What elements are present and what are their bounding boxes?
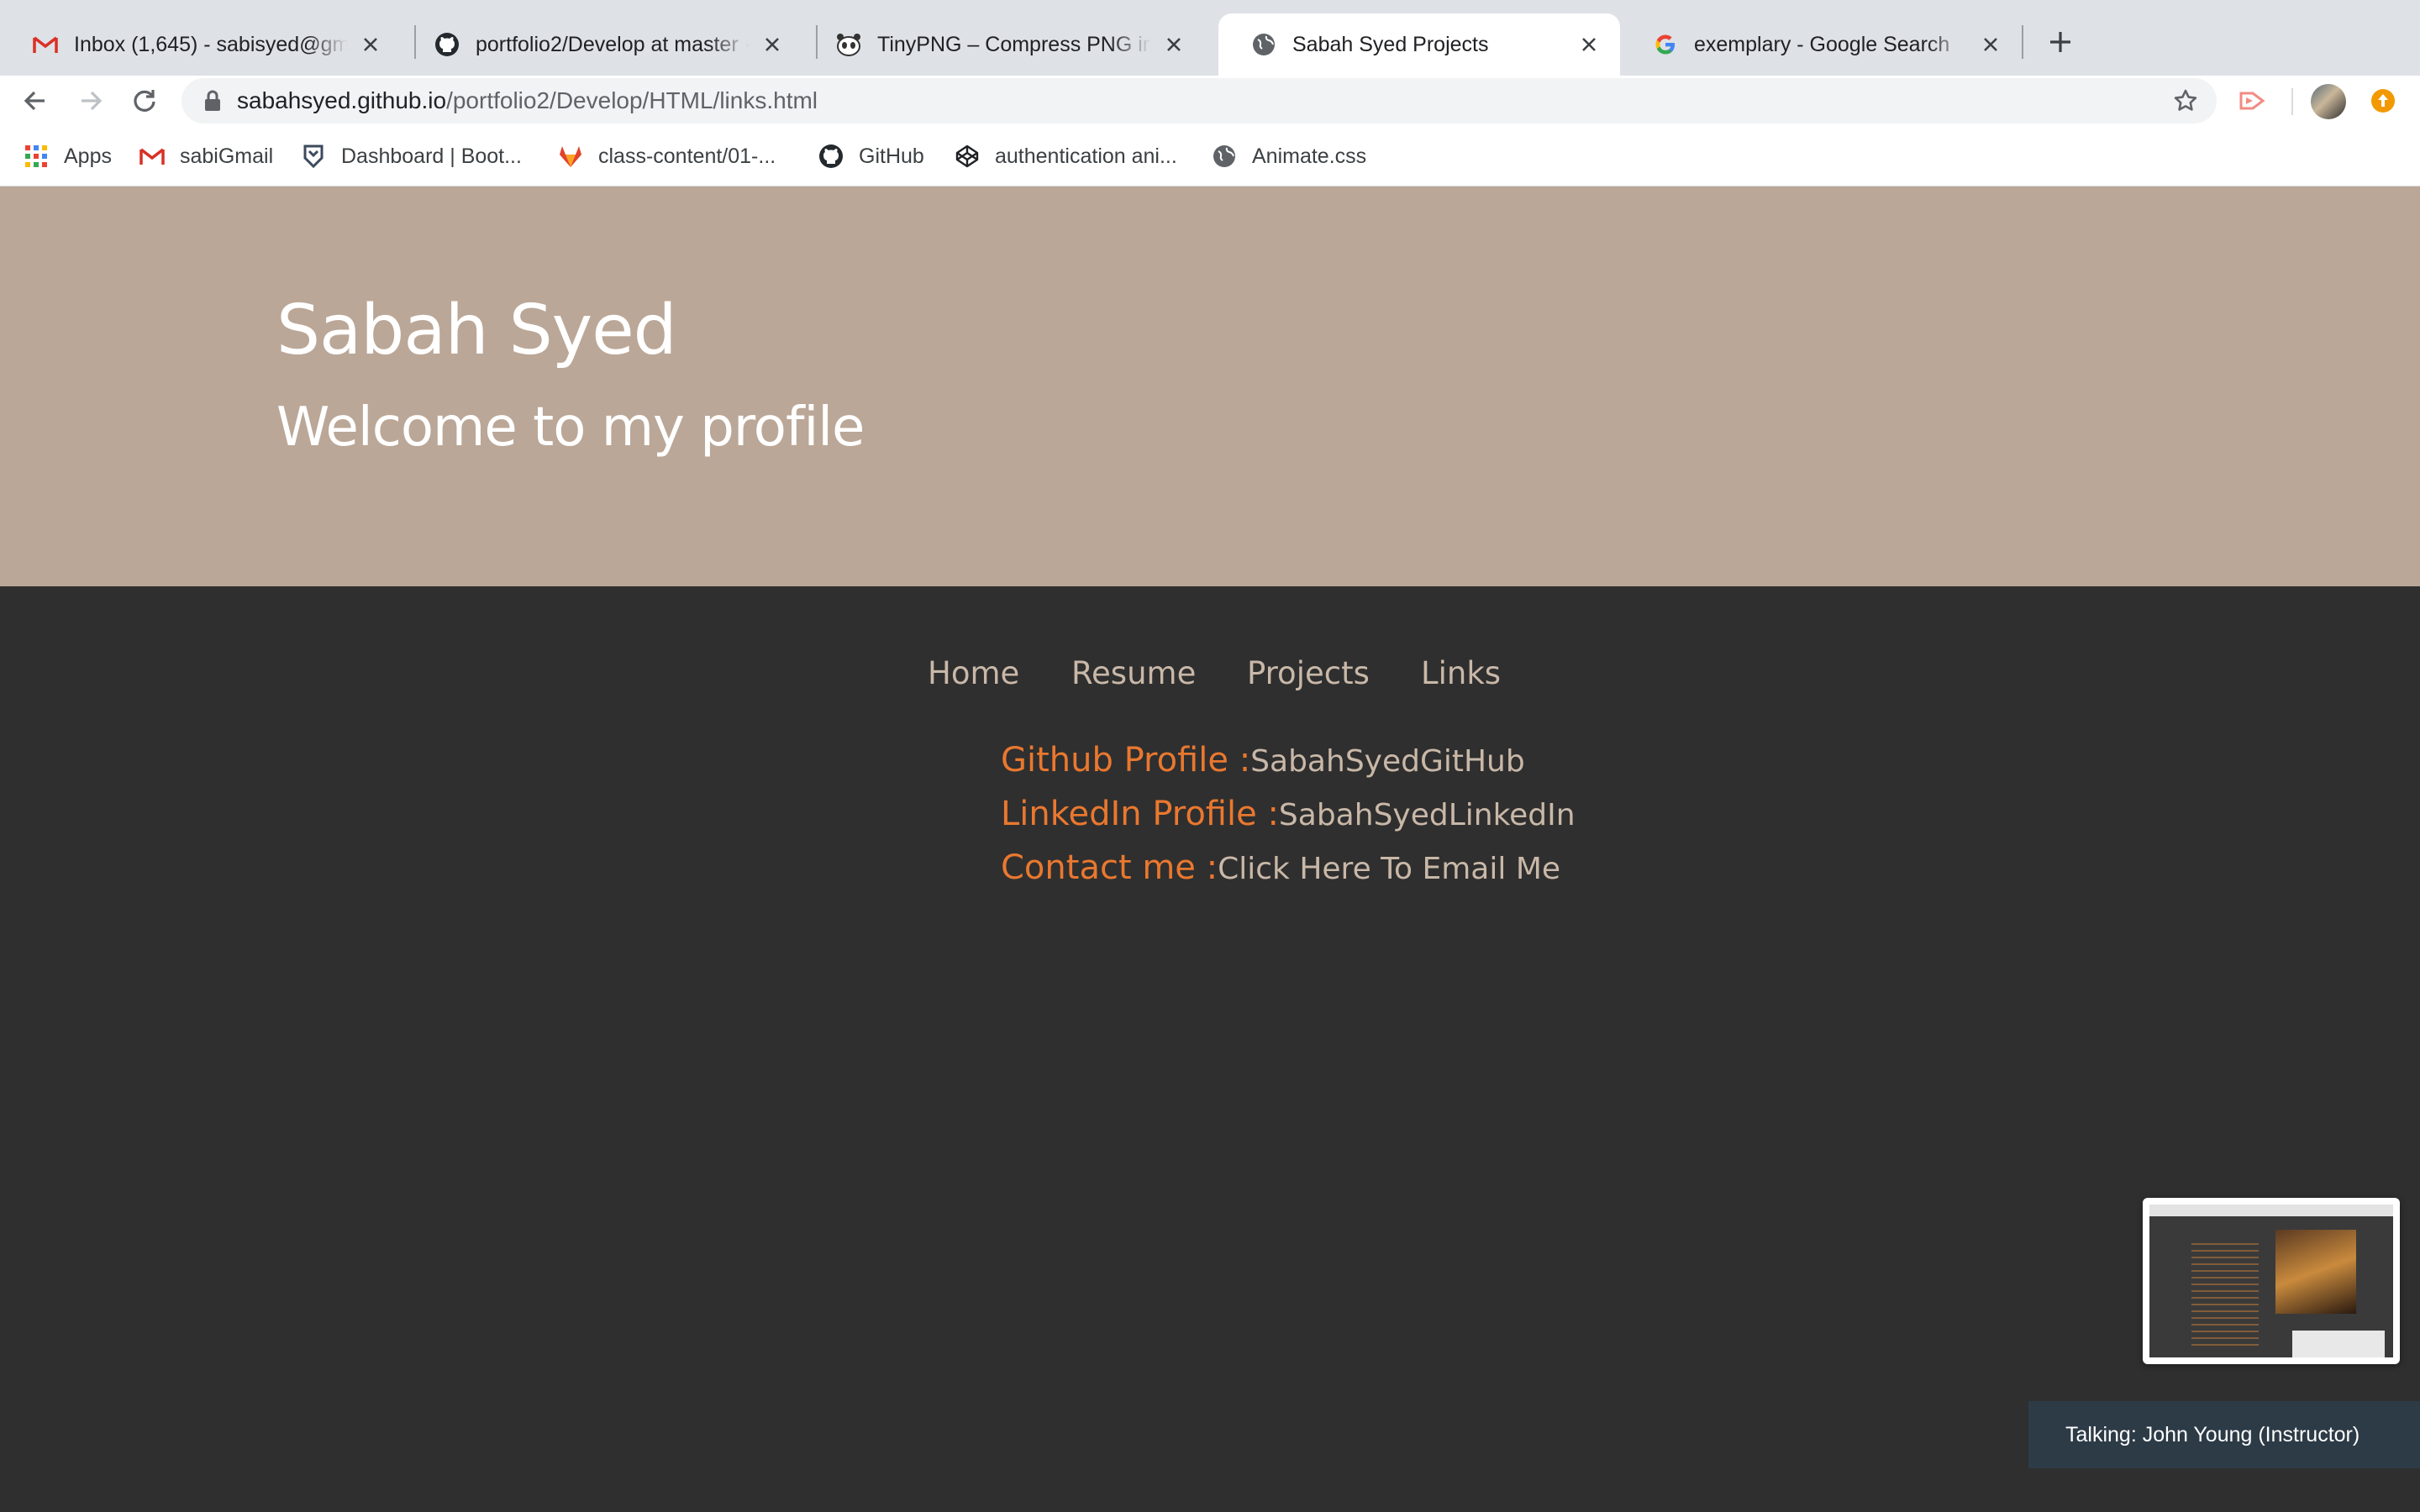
globe-icon — [1250, 31, 1277, 58]
forward-arrow-icon — [82, 91, 103, 111]
apps-grid-icon — [24, 144, 49, 169]
back-button[interactable] — [18, 84, 52, 118]
gmail-icon — [32, 31, 59, 58]
bookmark-label: GitHub — [859, 144, 924, 168]
tab-strip: Inbox (1,645) - sabisyed@gmail.com portf… — [0, 0, 2420, 76]
new-tab-button[interactable] — [2044, 25, 2077, 59]
tab-title: TinyPNG – Compress PNG images — [877, 32, 1151, 56]
bookmark-star-icon[interactable] — [2171, 87, 2200, 115]
bookmark-dashboard-bootcamp[interactable]: Dashboard | Boot... — [301, 139, 522, 173]
nav-link-links[interactable]: Links — [1421, 655, 1501, 691]
url-path: /portfolio2/Develop/HTML/links.html — [446, 87, 818, 113]
tab-github-portfolio[interactable]: portfolio2/Develop at master · sabahsyed — [402, 13, 803, 76]
linkedin-profile-row: LinkedIn Profile : SabahSyedLinkedIn — [1001, 795, 1576, 848]
google-icon — [1652, 31, 1679, 58]
update-extension-icon[interactable] — [2366, 84, 2400, 118]
bookmark-apps[interactable]: Apps — [24, 139, 112, 173]
url-text[interactable]: sabahsyed.github.io/portfolio2/Develop/H… — [237, 87, 818, 114]
nav-link-resume[interactable]: Resume — [1071, 655, 1196, 691]
plus-icon — [2050, 32, 2070, 52]
profile-avatar[interactable] — [2311, 84, 2346, 119]
github-icon — [818, 144, 844, 169]
bookmark-label: Apps — [64, 144, 112, 168]
preview-image-secondary — [2292, 1331, 2385, 1357]
contact-label: Contact me : — [1001, 848, 1218, 887]
tinypng-panda-icon — [835, 31, 862, 58]
github-profile-row: Github Profile : SabahSyedGitHub — [1001, 741, 1576, 795]
toolbar-divider — [2291, 88, 2293, 115]
bootcamp-shield-icon — [301, 144, 326, 169]
preview-browser-bar — [2149, 1205, 2393, 1216]
bookmarks-bar: Apps sabiGmail Dashboard | Boot... class… — [0, 126, 2420, 186]
url-host: sabahsyed.github.io — [237, 87, 447, 113]
screen-share-preview — [2149, 1205, 2393, 1357]
preview-image — [2275, 1230, 2356, 1314]
browser-toolbar: sabahsyed.github.io/portfolio2/Develop/H… — [0, 76, 2420, 126]
bookmark-label: Animate.css — [1252, 144, 1367, 168]
tab-separator — [2022, 25, 2023, 59]
hero-banner: Sabah Syed Welcome to my profile — [0, 186, 2420, 586]
lock-icon[interactable] — [200, 88, 225, 113]
bookmark-label: sabiGmail — [180, 144, 274, 168]
github-profile-label: Github Profile : — [1001, 741, 1251, 780]
github-profile-link[interactable]: SabahSyedGitHub — [1250, 744, 1525, 779]
screencast-extension-icon[interactable] — [2235, 84, 2269, 118]
address-bar[interactable]: sabahsyed.github.io/portfolio2/Develop/H… — [182, 78, 2217, 123]
linkedin-profile-link[interactable]: SabahSyedLinkedIn — [1279, 798, 1576, 832]
codepen-icon — [955, 144, 980, 169]
tab-sabah-syed-projects[interactable]: Sabah Syed Projects — [1218, 13, 1620, 76]
tab-google-search[interactable]: exemplary - Google Search — [1620, 13, 2022, 76]
tab-title: Sabah Syed Projects — [1292, 32, 1489, 56]
tab-tinypng[interactable]: TinyPNG – Compress PNG images — [803, 13, 1205, 76]
nav-link-home[interactable]: Home — [928, 655, 1019, 691]
email-link[interactable]: Click Here To Email Me — [1218, 852, 1560, 886]
bookmark-github[interactable]: GitHub — [818, 139, 924, 173]
nav-link-projects[interactable]: Projects — [1247, 655, 1370, 691]
reload-icon — [134, 90, 155, 112]
bookmark-label: Dashboard | Boot... — [341, 144, 522, 168]
screen-share-thumbnail[interactable] — [2143, 1198, 2400, 1364]
reload-button[interactable] — [128, 84, 161, 118]
back-arrow-icon — [24, 91, 45, 111]
tab-gmail-inbox[interactable]: Inbox (1,645) - sabisyed@gmail.com — [0, 13, 402, 76]
bookmark-authentication[interactable]: authentication ani... — [955, 139, 1177, 173]
site-nav: Home Resume Projects Links — [0, 655, 2420, 697]
bookmark-sabigmail[interactable]: sabiGmail — [139, 139, 273, 173]
linkedin-profile-label: LinkedIn Profile : — [1001, 795, 1279, 833]
bookmark-animate-css[interactable]: Animate.css — [1212, 139, 1366, 173]
profile-links: Github Profile : SabahSyedGitHub LinkedI… — [1001, 741, 1576, 902]
contact-row: Contact me : Click Here To Email Me — [1001, 848, 1576, 902]
talking-indicator: Talking: John Young (Instructor) — [2028, 1401, 2420, 1468]
page-subtitle: Welcome to my profile — [276, 396, 865, 459]
preview-text-block — [2191, 1238, 2259, 1347]
globe-icon — [1212, 144, 1237, 169]
close-tab-icon[interactable] — [1576, 32, 1602, 57]
close-tab-icon[interactable] — [1161, 32, 1186, 57]
forward-button[interactable] — [74, 84, 108, 118]
bookmark-label: class-content/01-... — [598, 144, 776, 168]
close-tab-icon[interactable] — [1978, 32, 2003, 57]
page-title: Sabah Syed — [276, 291, 677, 370]
github-icon — [434, 31, 460, 58]
gitlab-icon — [558, 144, 583, 169]
tab-title: portfolio2/Develop at master · sabahsyed — [476, 32, 750, 56]
gmail-icon — [139, 144, 165, 169]
close-tab-icon[interactable] — [760, 32, 785, 57]
tab-title: Inbox (1,645) - sabisyed@gmail.com — [74, 32, 348, 56]
close-tab-icon[interactable] — [358, 32, 383, 57]
bookmark-class-content[interactable]: class-content/01-... — [558, 139, 776, 173]
tab-title: exemplary - Google Search — [1694, 32, 1950, 56]
bookmark-label: authentication ani... — [995, 144, 1177, 168]
